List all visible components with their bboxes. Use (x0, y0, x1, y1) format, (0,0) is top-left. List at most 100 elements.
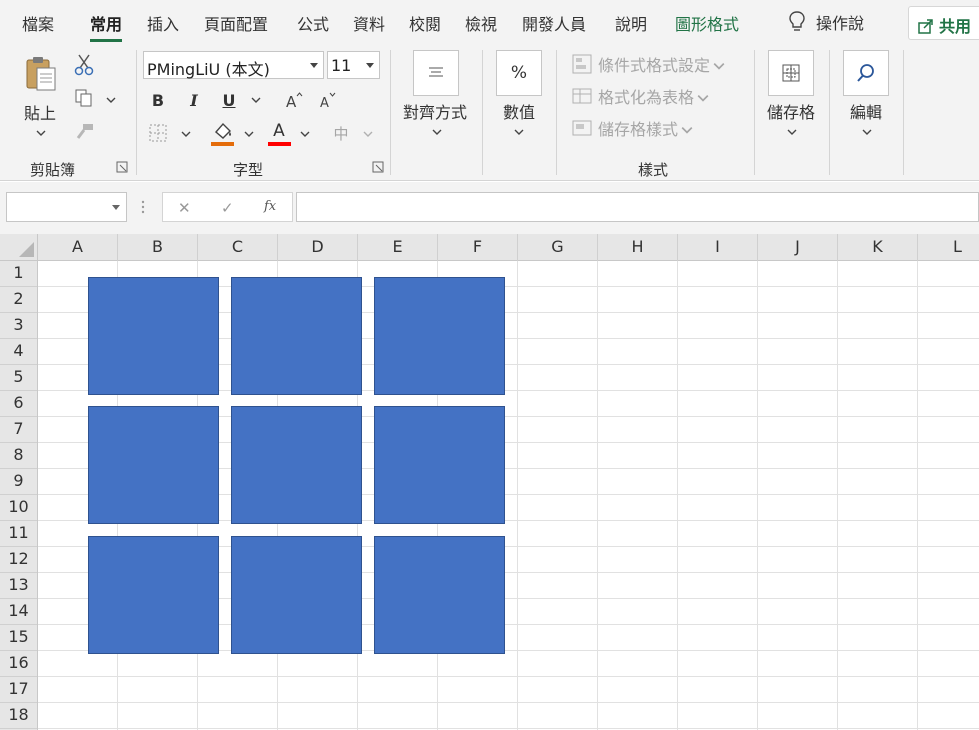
row-header-9[interactable]: 9 (0, 469, 37, 495)
rectangle-shape[interactable] (88, 406, 219, 524)
more-options-icon[interactable] (141, 199, 145, 215)
rectangle-shape[interactable] (231, 277, 362, 395)
italic-button[interactable]: I (184, 88, 204, 112)
row-header-6[interactable]: 6 (0, 391, 37, 417)
cells-label: 儲存格 (767, 103, 816, 122)
font-size-combo[interactable]: 11 (327, 51, 380, 79)
cut-icon[interactable] (74, 54, 94, 76)
column-header-g[interactable]: G (518, 234, 598, 261)
tab-7[interactable]: 校閱 (409, 11, 441, 35)
tab-8[interactable]: 檢視 (465, 11, 497, 35)
format-painter-icon[interactable] (74, 122, 96, 142)
tab-9[interactable]: 開發人員 (522, 11, 586, 35)
editing-button[interactable] (843, 50, 889, 96)
column-header-c[interactable]: C (198, 234, 278, 261)
cancel-icon[interactable]: ✕ (178, 199, 191, 217)
row-header-4[interactable]: 4 (0, 339, 37, 365)
rectangle-shape[interactable] (374, 406, 505, 524)
chevron-down-icon[interactable] (251, 97, 261, 103)
align-icon (429, 67, 443, 77)
row-header-13[interactable]: 13 (0, 573, 37, 599)
row-header-15[interactable]: 15 (0, 625, 37, 651)
conditional-formatting-button[interactable]: 條件式格式設定 (572, 52, 731, 76)
enter-icon[interactable]: ✓ (221, 199, 234, 217)
rectangle-shape[interactable] (231, 406, 362, 524)
select-all-button[interactable] (0, 234, 38, 261)
chevron-down-icon (862, 129, 872, 135)
chevron-down-icon (432, 129, 442, 135)
chevron-down-icon[interactable] (300, 131, 310, 137)
number-format-button[interactable]: % (496, 50, 542, 96)
cells-button[interactable] (768, 50, 814, 96)
rectangle-shape[interactable] (374, 277, 505, 395)
tell-me-search[interactable]: 操作說 (788, 10, 864, 34)
group-separator (556, 50, 557, 175)
formula-bar: ✕ ✓ fx (0, 182, 979, 234)
chevron-down-icon[interactable] (363, 131, 373, 137)
column-header-e[interactable]: E (358, 234, 438, 261)
alignment-button[interactable] (413, 50, 459, 96)
row-header-18[interactable]: 18 (0, 703, 37, 729)
share-button[interactable]: 共用 (908, 6, 979, 40)
dialog-launcher-icon[interactable] (372, 161, 384, 173)
column-header-b[interactable]: B (118, 234, 198, 261)
format-as-table-icon (572, 88, 592, 104)
bold-button[interactable]: B (148, 88, 168, 112)
tab-5[interactable]: 公式 (297, 11, 329, 35)
dialog-launcher-icon[interactable] (116, 161, 128, 173)
column-header-f[interactable]: F (438, 234, 518, 261)
phonetic-guide-button[interactable]: 中 (330, 122, 352, 144)
chevron-down-icon[interactable] (106, 97, 116, 103)
share-label: 共用 (939, 17, 972, 36)
font-color-swatch (268, 142, 291, 146)
row-header-11[interactable]: 11 (0, 521, 37, 547)
font-name-combo[interactable]: PMingLiU (本文) (143, 51, 324, 79)
tab-4[interactable]: 頁面配置 (204, 11, 268, 35)
font-name-value: PMingLiU (本文) (147, 60, 270, 79)
row-header-17[interactable]: 17 (0, 677, 37, 703)
column-header-k[interactable]: K (838, 234, 918, 261)
decrease-font-size-icon[interactable]: A (318, 90, 338, 110)
copy-icon[interactable] (74, 88, 94, 108)
insert-function-icon[interactable]: fx (264, 199, 276, 214)
column-header-h[interactable]: H (598, 234, 678, 261)
chevron-down-icon[interactable] (181, 131, 191, 137)
column-header-j[interactable]: J (758, 234, 838, 261)
font-color-button[interactable]: A (268, 120, 290, 142)
row-header-8[interactable]: 8 (0, 443, 37, 469)
increase-font-size-icon[interactable]: A (284, 90, 304, 110)
tab-2[interactable]: 常用 (90, 11, 123, 42)
row-header-12[interactable]: 12 (0, 547, 37, 573)
column-header-d[interactable]: D (278, 234, 358, 261)
rectangle-shape[interactable] (374, 536, 505, 654)
tab-6[interactable]: 資料 (353, 11, 385, 35)
row-header-1[interactable]: 1 (0, 261, 37, 287)
rectangle-shape[interactable] (88, 536, 219, 654)
row-header-2[interactable]: 2 (0, 287, 37, 313)
tab-11[interactable]: 圖形格式 (675, 11, 739, 35)
rectangle-shape[interactable] (231, 536, 362, 654)
formula-input[interactable] (296, 192, 979, 222)
row-header-10[interactable]: 10 (0, 495, 37, 521)
lightbulb-icon (789, 11, 805, 31)
format-as-table-button[interactable]: 格式化為表格 (572, 84, 715, 108)
tab-1[interactable]: 檔案 (22, 11, 54, 35)
tab-10[interactable]: 說明 (615, 11, 647, 35)
svg-text:A: A (320, 96, 329, 110)
borders-icon[interactable] (149, 124, 167, 142)
column-header-l[interactable]: L (918, 234, 979, 261)
row-header-7[interactable]: 7 (0, 417, 37, 443)
row-header-16[interactable]: 16 (0, 651, 37, 677)
row-header-14[interactable]: 14 (0, 599, 37, 625)
name-box[interactable] (6, 192, 127, 222)
tab-3[interactable]: 插入 (147, 11, 179, 35)
cell-styles-button[interactable]: 儲存格樣式 (572, 116, 699, 140)
rectangle-shape[interactable] (88, 277, 219, 395)
column-header-a[interactable]: A (38, 234, 118, 261)
chevron-down-icon[interactable] (244, 131, 254, 137)
row-header-5[interactable]: 5 (0, 365, 37, 391)
column-header-i[interactable]: I (678, 234, 758, 261)
row-header-3[interactable]: 3 (0, 313, 37, 339)
underline-button[interactable]: U (219, 88, 239, 112)
conditional-formatting-label: 條件式格式設定 (598, 56, 711, 75)
